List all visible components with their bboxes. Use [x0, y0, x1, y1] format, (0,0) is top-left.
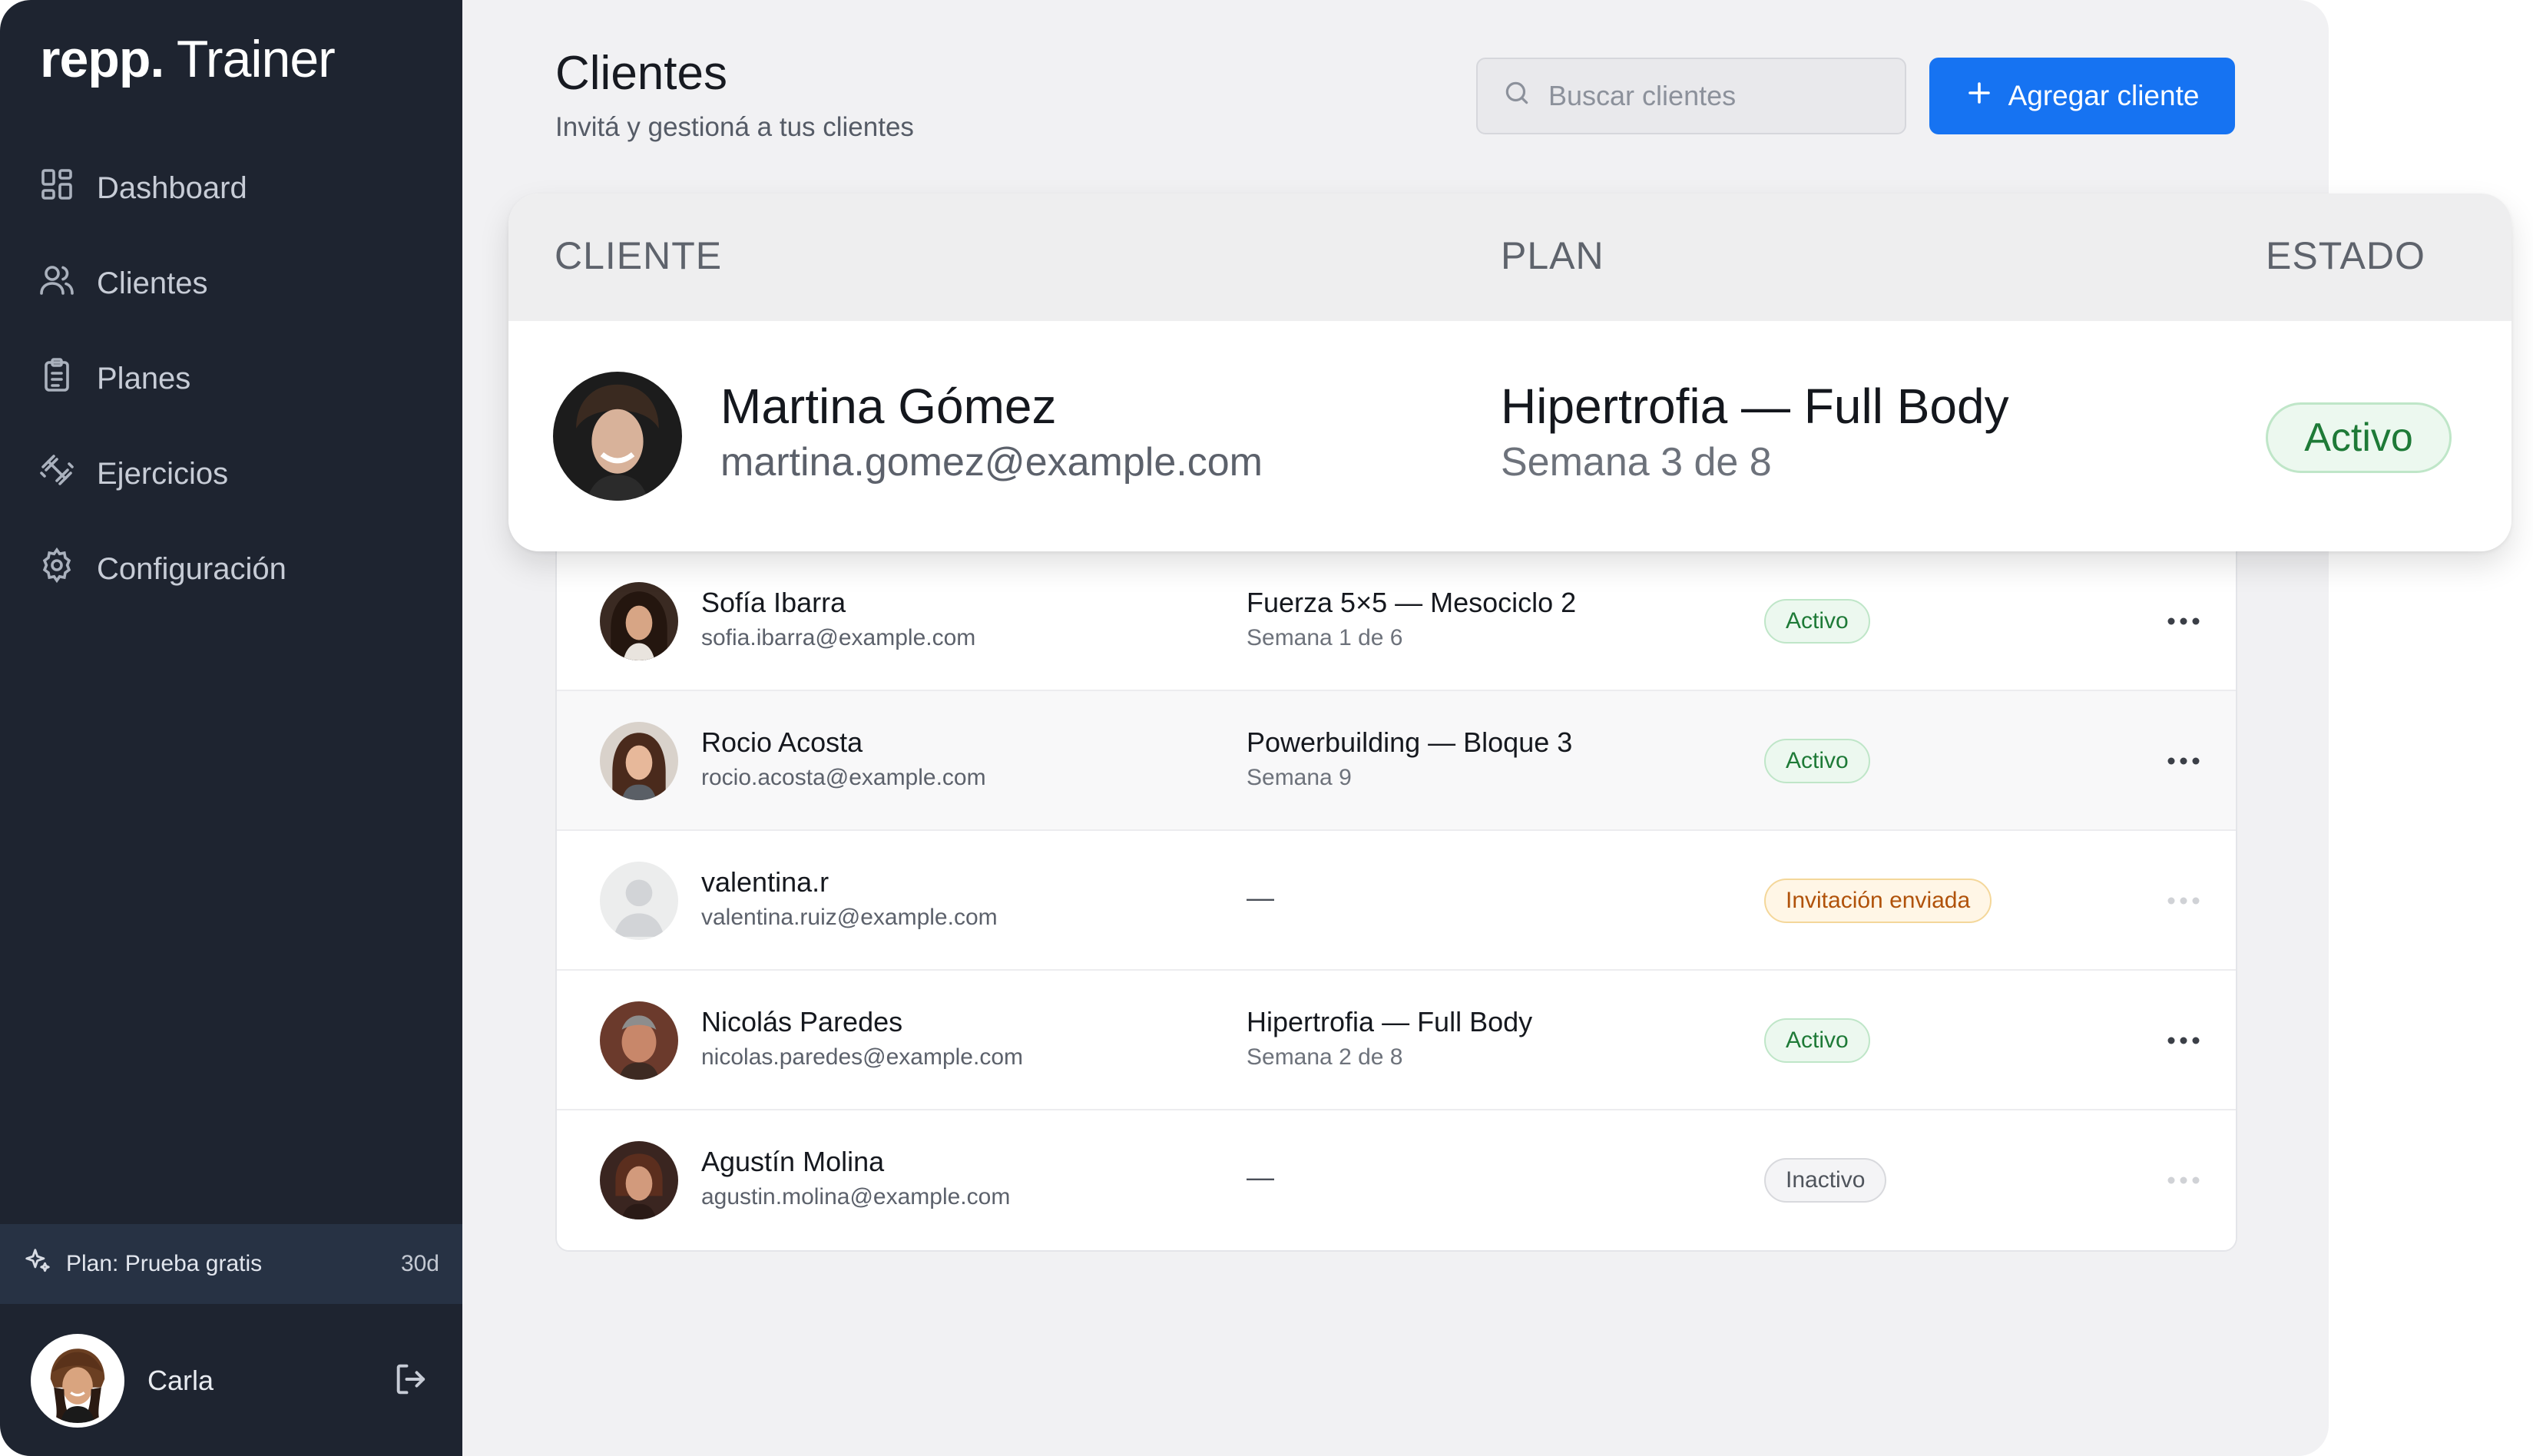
sidebar-item-clientes[interactable]: Clientes	[38, 256, 438, 310]
avatar-placeholder	[600, 862, 678, 940]
page-subtitle: Invitá y gestioná a tus clientes	[555, 112, 914, 142]
sidebar-item-ejercicios[interactable]: Ejercicios	[38, 447, 438, 501]
sidebar-item-label: Configuración	[97, 551, 286, 586]
logo-light-text: Trainer	[176, 30, 336, 88]
grid-icon	[38, 166, 75, 210]
more-options-icon[interactable]	[2160, 743, 2207, 779]
sidebar-item-dashboard[interactable]: Dashboard	[38, 161, 438, 215]
client-plan: Hipertrofia — Full Body	[1247, 1006, 1533, 1037]
avatar	[600, 722, 678, 800]
client-email: valentina.ruiz@example.com	[701, 905, 998, 930]
search-box[interactable]	[1476, 58, 1906, 134]
add-client-label: Agregar cliente	[2008, 80, 2200, 111]
avatar	[553, 372, 682, 501]
client-plan: —	[1247, 882, 1274, 913]
sidebar-item-label: Dashboard	[97, 170, 247, 205]
column-header-status[interactable]: ESTADO	[2266, 233, 2425, 278]
status-badge: Activo	[1764, 599, 1870, 644]
table-row[interactable]: Agustín Molina agustin.molina@example.co…	[557, 1110, 2236, 1250]
user-profile: Carla	[0, 1319, 462, 1442]
logout-icon[interactable]	[392, 1359, 432, 1403]
status-badge: Activo	[1764, 739, 1870, 783]
avatar	[600, 582, 678, 660]
client-plan: Powerbuilding — Bloque 3	[1247, 726, 1573, 758]
table-row[interactable]: Rocio Acosta rocio.acosta@example.com Po…	[557, 691, 2236, 831]
table-row[interactable]: Sofía Ibarra sofia.ibarra@example.com Fu…	[557, 551, 2236, 691]
status-badge: Invitación enviada	[1764, 879, 1992, 923]
sidebar-item-planes[interactable]: Planes	[38, 352, 438, 405]
client-name: valentina.r	[701, 866, 829, 898]
client-plan-week: Semana 2 de 8	[1247, 1044, 1403, 1070]
gear-icon	[38, 547, 75, 591]
plan-label: Plan: Prueba gratis	[66, 1251, 263, 1276]
column-header-client[interactable]: CLIENTE	[555, 233, 722, 278]
table-row[interactable]: Nicolás Paredes nicolas.paredes@example.…	[557, 971, 2236, 1110]
user-name: Carla	[147, 1365, 214, 1396]
more-options-icon[interactable]	[2160, 604, 2207, 639]
highlighted-client-card[interactable]: CLIENTE PLAN ESTADO Martina Gómez martin…	[508, 194, 2511, 551]
plan-days-remaining: 30d	[400, 1251, 439, 1276]
more-options-icon[interactable]	[2160, 1163, 2207, 1198]
client-plan-week: Semana 9	[1247, 765, 1352, 790]
client-email: rocio.acosta@example.com	[701, 765, 986, 790]
clipboard-icon	[38, 356, 75, 401]
client-name: Sofía Ibarra	[701, 587, 846, 618]
client-name: Nicolás Paredes	[701, 1006, 903, 1037]
add-client-button[interactable]: Agregar cliente	[1929, 58, 2235, 134]
sidebar-item-label: Clientes	[97, 266, 208, 300]
client-plan: Fuerza 5×5 — Mesociclo 2	[1247, 587, 1577, 618]
plan-status-bar[interactable]: Plan: Prueba gratis 30d	[0, 1224, 462, 1304]
table-row[interactable]: valentina.r valentina.ruiz@example.com —…	[557, 831, 2236, 971]
logo-bold-text: repp.	[40, 30, 164, 88]
sidebar-item-configuracion[interactable]: Configuración	[38, 542, 438, 596]
sidebar: repp. Trainer Dashboard Clientes Planes …	[0, 0, 462, 1456]
client-email: martina.gomez@example.com	[720, 440, 1263, 485]
table-header: CLIENTE PLAN ESTADO	[508, 194, 2511, 321]
client-name: Rocio Acosta	[701, 726, 863, 758]
status-badge: Activo	[2266, 402, 2452, 473]
avatar[interactable]	[31, 1334, 124, 1428]
plus-icon	[1965, 79, 1993, 114]
client-email: sofia.ibarra@example.com	[701, 625, 976, 650]
more-options-icon[interactable]	[2160, 1023, 2207, 1058]
client-email: agustin.molina@example.com	[701, 1184, 1011, 1209]
client-plan-week: Semana 3 de 8	[1501, 440, 1772, 485]
app-logo[interactable]: repp. Trainer	[40, 29, 336, 89]
search-input[interactable]	[1548, 80, 1886, 112]
sparkles-icon	[23, 1246, 66, 1282]
status-badge: Inactivo	[1764, 1158, 1887, 1203]
status-badge: Activo	[1764, 1018, 1870, 1063]
client-plan-week: Semana 1 de 6	[1247, 625, 1403, 650]
sidebar-item-label: Planes	[97, 361, 191, 395]
client-plan: —	[1247, 1161, 1274, 1193]
dumbbell-icon	[38, 452, 75, 496]
avatar	[600, 1141, 678, 1219]
client-name: Martina Gómez	[720, 379, 1057, 434]
client-email: nicolas.paredes@example.com	[701, 1044, 1023, 1070]
search-icon	[1502, 78, 1548, 114]
page-title: Clientes	[555, 47, 727, 100]
avatar	[600, 1001, 678, 1080]
users-icon	[38, 261, 75, 306]
client-name: Agustín Molina	[701, 1146, 885, 1177]
client-plan: Hipertrofia — Full Body	[1501, 379, 2009, 434]
sidebar-item-label: Ejercicios	[97, 456, 229, 491]
more-options-icon[interactable]	[2160, 883, 2207, 918]
column-header-plan[interactable]: PLAN	[1501, 233, 1604, 278]
